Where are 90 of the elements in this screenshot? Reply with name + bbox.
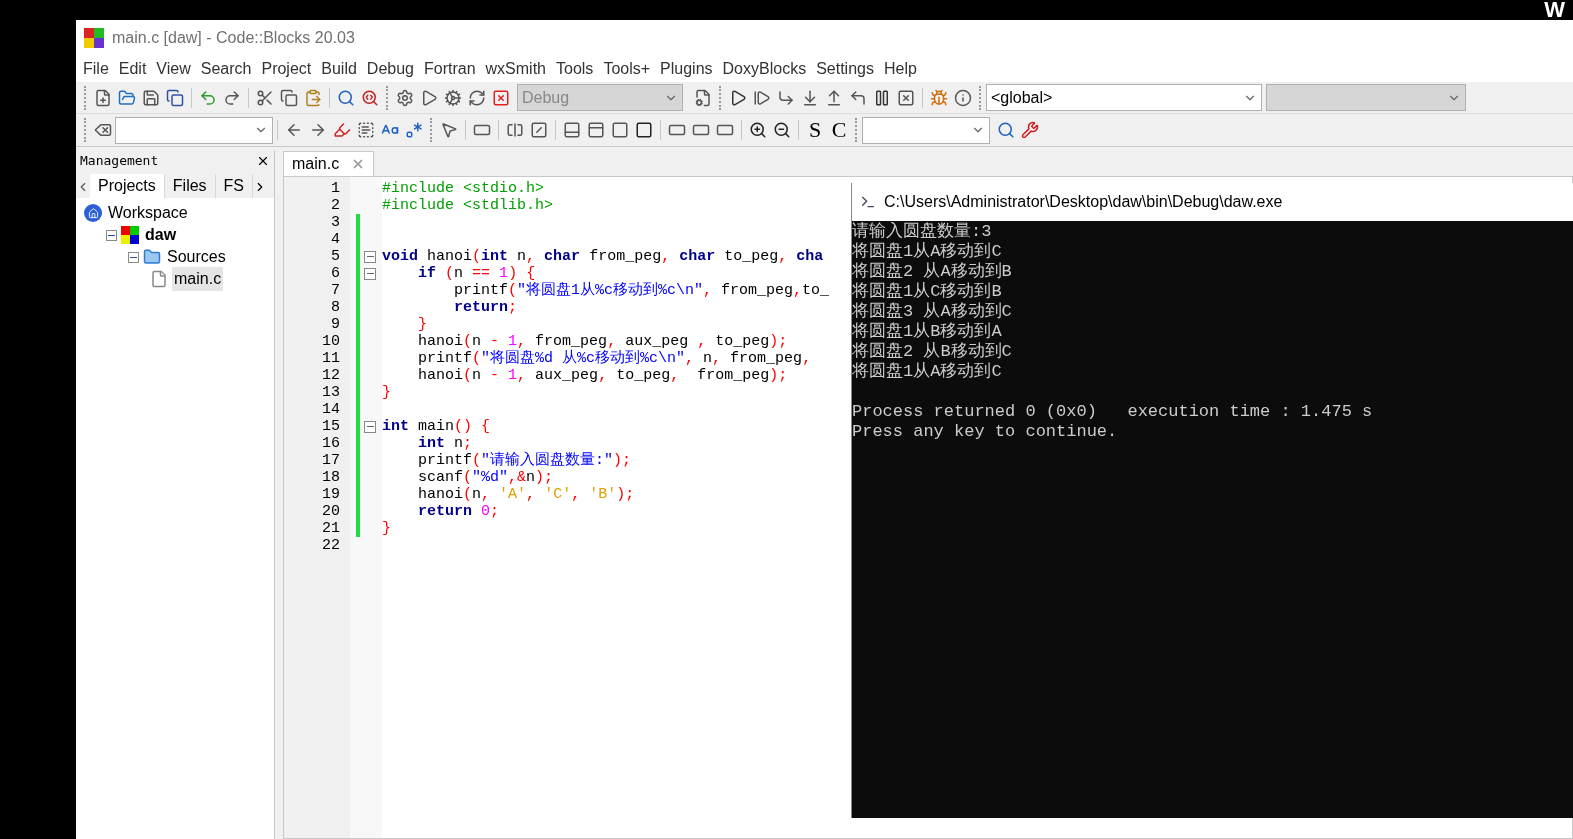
line-number: 12	[322, 367, 340, 384]
tree-item[interactable]: Sources	[165, 245, 228, 269]
code-line: hanoi(n - 1, aux_peg, to_peg, from_peg);	[417, 367, 788, 384]
line-number: 9	[331, 316, 340, 333]
panel-title: Management	[80, 152, 159, 171]
editor-tab[interactable]: main.c	[283, 151, 375, 176]
console-output-line: 将圆盘3 从A移动到C	[852, 302, 1013, 322]
menu-item[interactable]: Tools+	[598, 57, 656, 81]
menu-item[interactable]: Plugins	[655, 57, 718, 81]
line-number: 10	[322, 333, 340, 350]
code-line: return;	[453, 299, 518, 316]
code-line: #include <stdio.h>	[382, 180, 545, 197]
console-output-line: 将圆盘1从A移动到C	[852, 362, 1003, 382]
code-line: }	[417, 316, 428, 333]
tree-item[interactable]: daw	[143, 223, 179, 247]
code-line: printf("请输入圆盘数量:");	[417, 452, 632, 469]
code-line: int n;	[417, 435, 473, 452]
console-output-line: 将圆盘2 从B移动到C	[852, 342, 1013, 362]
line-number: 7	[331, 282, 340, 299]
line-number: 8	[331, 299, 340, 316]
console-icon	[860, 194, 876, 210]
scope-dropdown[interactable]: <global>	[986, 84, 1262, 111]
code-line: int main() {	[382, 418, 491, 435]
line-number: 6	[331, 265, 340, 282]
fold-toggle[interactable]	[364, 420, 376, 433]
app-icon	[84, 28, 104, 48]
menu-item[interactable]: wxSmith	[480, 57, 551, 81]
desktop-text: W	[1544, 0, 1565, 20]
code-line: hanoi(n, 'A', 'C', 'B');	[417, 486, 635, 503]
code-line: return 0;	[417, 503, 500, 520]
code-line: }	[382, 384, 391, 401]
console-output-line: Process returned 0 (0x0) execution time : 1.475 s	[852, 402, 1374, 422]
line-number: 2	[331, 197, 340, 214]
project-icon	[121, 226, 139, 244]
code-line: printf("将圆盘%d 从%c移动到%c\n", n, from_peg,	[417, 350, 812, 367]
menu-item[interactable]: Fortran	[419, 57, 481, 81]
window-title: main.c [daw] - Code::Blocks 20.03	[112, 28, 355, 48]
line-number: 1	[331, 180, 340, 197]
code-line: printf("将圆盘1从%c移动到%c\n", from_peg,to_	[453, 282, 830, 299]
tree-item[interactable]: Workspace	[106, 201, 190, 225]
menu-item[interactable]: Tools	[551, 57, 599, 81]
line-number: 22	[322, 537, 340, 554]
line-number: 13	[322, 384, 340, 401]
console-output-line: 请输入圆盘数量:3	[852, 222, 993, 242]
close-icon[interactable]	[256, 154, 270, 168]
menu-item[interactable]: Debug	[361, 57, 419, 81]
console-output-line: Press any key to continue.	[852, 422, 1119, 442]
panel-tab[interactable]: Projects	[90, 174, 165, 198]
code-line: if (n == 1) {	[417, 265, 536, 282]
folder-icon	[143, 248, 161, 266]
line-number: 19	[322, 486, 340, 503]
console-output-line: 将圆盘1从B移动到A	[852, 322, 1003, 342]
line-number: 18	[322, 469, 340, 486]
line-number: 4	[331, 231, 340, 248]
line-number: 20	[322, 503, 340, 520]
menu-item[interactable]: DoxyBlocks	[717, 57, 812, 81]
console-output-line: 将圆盘1从C移动到B	[852, 282, 1003, 302]
workspace-icon	[84, 204, 102, 222]
code-line: void hanoi(int n, char from_peg, char to_peg, cha	[382, 248, 824, 265]
line-number: 16	[322, 435, 340, 452]
fold-toggle[interactable]	[364, 250, 376, 263]
menu-item[interactable]: Help	[878, 57, 922, 81]
toolbar-text-button[interactable]: C	[827, 118, 851, 142]
line-number: 15	[322, 418, 340, 435]
line-number: 11	[322, 350, 340, 367]
file-icon	[150, 270, 168, 288]
menu-item[interactable]: File	[78, 57, 114, 81]
collapse-toggle[interactable]	[106, 229, 117, 241]
menu-item[interactable]: Edit	[113, 57, 152, 81]
tree-item[interactable]: main.c	[172, 267, 224, 291]
menu-item[interactable]: Settings	[811, 57, 879, 81]
menu-item[interactable]: Search	[195, 57, 257, 81]
console-output-line: 将圆盘2 从A移动到B	[852, 262, 1013, 282]
line-number: 21	[322, 520, 340, 537]
code-line: scanf("%d",&n);	[417, 469, 554, 486]
toolbar-text-button[interactable]: S	[803, 118, 827, 142]
menu-item[interactable]: Build	[316, 57, 362, 81]
fold-toggle[interactable]	[364, 267, 376, 280]
console-output-line: 将圆盘1从A移动到C	[852, 242, 1003, 262]
line-number: 3	[331, 214, 340, 231]
line-number: 17	[322, 452, 340, 469]
code-line: #include <stdlib.h>	[382, 197, 554, 214]
menu-item[interactable]: View	[151, 57, 196, 81]
console-title: C:\Users\Administrator\Desktop\daw\bin\Debug\daw.exe	[884, 192, 1283, 212]
line-number: 5	[331, 248, 340, 265]
line-number: 14	[322, 401, 340, 418]
collapse-toggle[interactable]	[128, 251, 139, 263]
menu-item[interactable]: Project	[256, 57, 317, 81]
code-line: }	[382, 520, 391, 537]
code-line: hanoi(n - 1, from_peg, aux_peg , to_peg);	[417, 333, 788, 350]
